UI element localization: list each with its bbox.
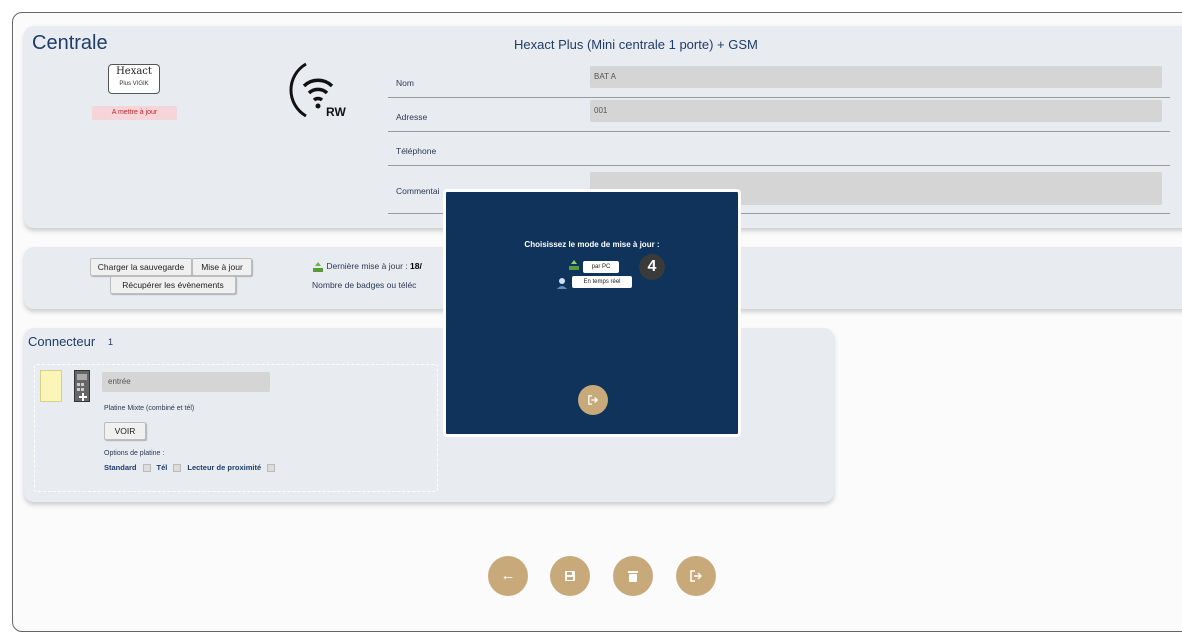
platine-type: Platine Mixte (combiné et tél) xyxy=(104,405,195,412)
arrow-left-icon: ← xyxy=(500,567,516,584)
update-button[interactable]: Mise à jour xyxy=(192,258,252,276)
field-label: Commentai xyxy=(396,186,440,196)
option-lecteur-checkbox[interactable] xyxy=(267,463,276,472)
option-lecteur-label: Lecteur de proximité xyxy=(187,463,262,472)
delete-button[interactable] xyxy=(613,556,653,596)
centrale-title: Centrale xyxy=(32,32,108,54)
pc-icon xyxy=(313,261,323,272)
nom-input[interactable]: BAT A xyxy=(590,66,1162,88)
field-label: Nom xyxy=(396,78,414,88)
option-tel-label: Tél xyxy=(156,463,168,472)
last-update-label: Dernière mise à jour : xyxy=(326,261,410,271)
hexact-logo: Hexact Plus VIGIK xyxy=(108,64,160,94)
field-label: Téléphone xyxy=(396,146,437,156)
device-name: Hexact Plus (Mini centrale 1 porte) + GS… xyxy=(514,37,758,52)
trash-icon xyxy=(628,571,638,583)
field-label: Adresse xyxy=(396,112,428,122)
back-button[interactable]: ← xyxy=(488,556,528,596)
modal-title: Choisissez le mode de mise à jour : xyxy=(524,240,660,249)
modal-close-button[interactable] xyxy=(578,385,608,415)
options-row: Standard Tél Lecteur de proximité xyxy=(104,463,276,472)
sticky-note-icon[interactable] xyxy=(40,370,62,402)
save-icon xyxy=(565,571,575,582)
option-standard-label: Standard xyxy=(104,463,137,472)
last-update-value: 18/ xyxy=(410,261,422,271)
badge-count-label: Nombre de badges ou téléc xyxy=(312,280,417,290)
field-adresse: Adresse 001 xyxy=(388,98,1170,132)
logo-line2: Plus VIGIK xyxy=(119,81,149,87)
pc-upload-icon xyxy=(569,260,579,270)
mode-realtime-button[interactable]: En temps réel xyxy=(572,276,632,288)
get-events-button[interactable]: Récupérer les évènements xyxy=(110,276,236,294)
step-badge: 4 xyxy=(639,254,665,280)
exit-button[interactable] xyxy=(676,556,716,596)
voir-button[interactable]: VOIR xyxy=(104,422,146,440)
wifi-rw-icon: RW xyxy=(282,56,352,126)
connecteur-number: 1 xyxy=(108,337,114,347)
exit-icon xyxy=(690,570,703,582)
exit-icon xyxy=(588,395,599,405)
field-telephone: Téléphone xyxy=(388,132,1170,166)
status-badge: A mettre à jour xyxy=(92,106,177,120)
option-standard-checkbox[interactable] xyxy=(142,463,151,472)
wifi-label: RW xyxy=(326,105,346,119)
options-label: Options de platine : xyxy=(104,450,165,457)
intercom-panel-icon xyxy=(74,370,90,402)
option-tel-checkbox[interactable] xyxy=(173,463,182,472)
mode-pc-button[interactable]: par PC xyxy=(583,261,619,273)
logo-line1: Hexact xyxy=(116,66,152,77)
connecteur-title: Connecteur xyxy=(28,334,96,349)
realtime-user-icon xyxy=(557,278,567,289)
update-mode-modal: Choisissez le mode de mise à jour : par … xyxy=(443,189,741,437)
load-backup-button[interactable]: Charger la sauvegarde xyxy=(90,258,192,276)
connecteur-name-input[interactable]: entrée xyxy=(102,372,270,392)
save-button[interactable] xyxy=(550,556,590,596)
last-update-info: Dernière mise à jour : 18/ xyxy=(312,261,422,272)
field-nom: Nom BAT A xyxy=(388,64,1170,98)
adresse-input[interactable]: 001 xyxy=(590,100,1162,122)
